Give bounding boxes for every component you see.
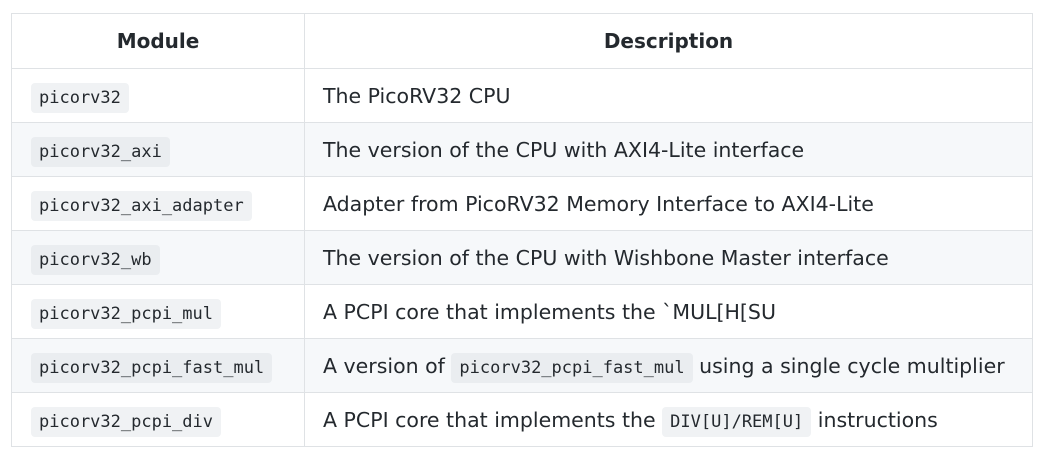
module-name-code: picorv32_pcpi_div <box>31 406 221 437</box>
inline-code: picorv32_pcpi_fast_mul <box>451 352 693 383</box>
module-cell: picorv32 <box>11 68 305 123</box>
table-row: picorv32_axi The version of the CPU with … <box>11 122 1033 177</box>
column-header-description: Description <box>304 13 1033 69</box>
description-cell: The version of the CPU with AXI4-Lite in… <box>304 122 1033 177</box>
description-text: A version of <box>323 353 452 378</box>
description-text: A PCPI core that implements the <box>323 407 663 432</box>
description-text: using a single cycle multiplier <box>692 353 1005 378</box>
table-header-row: Module Description <box>11 13 1033 69</box>
module-cell: picorv32_axi_adapter <box>11 176 305 231</box>
description-cell: The version of the CPU with Wishbone Mas… <box>304 230 1033 285</box>
module-name-code: picorv32_axi_adapter <box>31 190 252 221</box>
table-row: picorv32_pcpi_fast_mul A version of picor… <box>11 338 1033 393</box>
description-text: Adapter from PicoRV32 Memory Interface t… <box>323 191 874 216</box>
module-cell: picorv32_axi <box>11 122 305 177</box>
module-name-code: picorv32_pcpi_mul <box>31 298 221 329</box>
description-text: The version of the CPU with AXI4-Lite in… <box>323 137 805 162</box>
inline-code: DIV[U]/REM[U] <box>662 406 812 437</box>
table-row: picorv32_pcpi_mul A PCPI core that implem… <box>11 284 1033 339</box>
table-body: picorv32 The PicoRV32 CPU picorv32_axi The … <box>11 68 1033 447</box>
module-name-code: picorv32_axi <box>31 136 170 167</box>
description-cell: A PCPI core that implements the `MUL[H[S… <box>304 284 1033 339</box>
description-text: instructions <box>811 407 938 432</box>
module-cell: picorv32_pcpi_fast_mul <box>11 338 305 393</box>
module-name-code: picorv32_pcpi_fast_mul <box>31 352 273 383</box>
module-cell: picorv32_pcpi_div <box>11 392 305 447</box>
description-text: The version of the CPU with Wishbone Mas… <box>323 245 889 270</box>
description-cell: The PicoRV32 CPU <box>304 68 1033 123</box>
table-row: picorv32_pcpi_div A PCPI core that implem… <box>11 392 1033 447</box>
table-row: picorv32 The PicoRV32 CPU <box>11 68 1033 123</box>
description-cell: A version of picorv32_pcpi_fast_mul usin… <box>304 338 1033 393</box>
description-cell: Adapter from PicoRV32 Memory Interface t… <box>304 176 1033 231</box>
module-name-code: picorv32 <box>31 82 129 113</box>
module-name-code: picorv32_wb <box>31 244 160 275</box>
description-cell: A PCPI core that implements the DIV[U]/R… <box>304 392 1033 447</box>
description-text: A PCPI core that implements the `MUL[H[S… <box>323 299 776 324</box>
table-row: picorv32_axi_adapter Adapter from PicoRV3… <box>11 176 1033 231</box>
module-cell: picorv32_pcpi_mul <box>11 284 305 339</box>
table-row: picorv32_wb The version of the CPU with W… <box>11 230 1033 285</box>
column-header-module: Module <box>11 13 305 69</box>
module-cell: picorv32_wb <box>11 230 305 285</box>
description-text: The PicoRV32 CPU <box>323 83 511 108</box>
module-table: Module Description picorv32 The PicoRV32 … <box>11 13 1033 447</box>
